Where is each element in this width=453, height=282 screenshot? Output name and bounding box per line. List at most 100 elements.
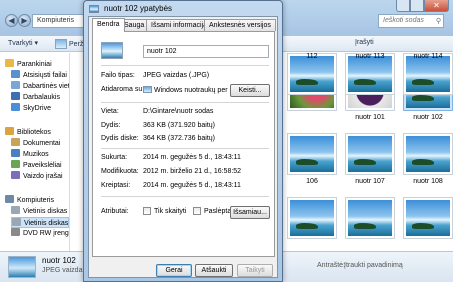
location-label: Vieta: — [101, 108, 119, 115]
sidebar-item-label: Vaizdo įrašai — [23, 173, 63, 180]
file-thumbnail[interactable] — [403, 133, 453, 175]
properties-dialog: nuotr 102 ypatybės Bendra Sauga Išsami i… — [83, 0, 283, 282]
sidebar-item-recent-places[interactable]: Dabartinės vietos — [11, 81, 69, 92]
file-thumbnail[interactable] — [287, 197, 337, 239]
sidebar-item-label: Atsisiųsti failai — [23, 72, 67, 79]
sea-photo — [406, 136, 450, 172]
sidebar-item-pictures[interactable]: Paveikslėliai — [11, 160, 69, 171]
island-shape — [296, 79, 318, 85]
file-type-value: JPEG vaizdas (.JPG) — [143, 72, 210, 79]
forward-arrow-icon[interactable]: ▶ — [18, 14, 31, 27]
local-disk-c-icon — [11, 206, 20, 214]
sidebar-item-local-disk-c[interactable]: Vietinis diskas — [11, 206, 69, 217]
sidebar-item-music[interactable]: Muzikos — [11, 149, 69, 160]
divider — [101, 148, 269, 149]
details-file-type: JPEG vaizdas — [42, 267, 86, 274]
back-arrow-icon[interactable]: ◀ — [5, 14, 18, 27]
sidebar-item-label: Dokumentai — [23, 140, 61, 147]
file-label: 112 — [306, 53, 318, 60]
sea-photo — [406, 200, 450, 236]
pictures-icon — [11, 160, 20, 168]
created-label: Sukurta: — [101, 154, 128, 161]
photo-viewer-icon — [143, 86, 152, 93]
attributes-label: Atributai: — [101, 208, 129, 215]
sidebar-item-libraries[interactable]: Bibliotekos — [5, 127, 69, 138]
details-file-name: nuotr 102 — [42, 256, 76, 265]
sea-photo — [406, 56, 450, 92]
local-disk-d-icon — [12, 218, 21, 226]
file-thumbnail[interactable] — [345, 197, 395, 239]
tab-previous-versions[interactable]: Ankstesnės versijos — [204, 19, 276, 31]
burn-label: Įrašyti — [355, 39, 374, 46]
details-title-label: Antraštė: — [317, 262, 346, 269]
favorites-icon — [5, 59, 14, 67]
search-icon: ⚲ — [435, 18, 441, 25]
sidebar-item-label: DVD RW įrenginys — [23, 230, 70, 237]
sidebar-item-videos[interactable]: Vaizdo įrašai — [11, 171, 69, 182]
sidebar-item-skydrive[interactable]: SkyDrive — [11, 103, 69, 114]
file-thumbnail[interactable] — [287, 133, 337, 175]
hidden-checkbox[interactable] — [193, 207, 201, 215]
address-text: Kompiuteris — [37, 17, 74, 24]
size-label: Dydis: — [101, 122, 121, 129]
divider — [101, 196, 269, 197]
burn-button[interactable]: Įrašyti — [355, 39, 374, 46]
island-shape — [412, 223, 434, 229]
read-only-label: Tik skaityti — [154, 208, 187, 215]
ok-button[interactable]: Gerai — [156, 264, 192, 277]
file-thumbnail-icon — [101, 42, 123, 59]
minimize-button[interactable] — [396, 0, 410, 12]
dialog-title: nuotr 102 ypatybės — [104, 4, 173, 13]
size-on-disk-value: 364 KB (372.736 baitų) — [143, 135, 215, 142]
sidebar-item-local-disk-d[interactable]: Vietinis diskas — [11, 217, 69, 228]
sea-photo — [348, 56, 392, 92]
sidebar-item-label: Muzikos — [23, 151, 49, 158]
tab-details[interactable]: Išsami informacija — [146, 19, 213, 31]
sidebar-item-label: Bibliotekos — [17, 129, 51, 136]
sea-photo — [290, 200, 334, 236]
image-file-icon — [89, 5, 99, 13]
preview-button[interactable]: Perži — [55, 39, 85, 49]
sidebar-item-desktop[interactable]: Darbalaukis — [11, 92, 69, 103]
videos-icon — [11, 171, 20, 179]
advanced-button[interactable]: Išsamiau... — [230, 206, 270, 219]
music-icon — [11, 149, 20, 157]
navigation-pane: Parankiniai Atsisiųsti failai Dabartinės v… — [0, 53, 70, 251]
sidebar-item-computer[interactable]: Kompiuteris — [5, 195, 69, 206]
preview-icon — [55, 39, 67, 49]
opens-with-text: Windows nuotraukų per — [154, 87, 228, 94]
details-title-field[interactable]: Įtraukti pavadinimą — [344, 262, 403, 269]
sidebar-item-dvd-drive[interactable]: DVD RW įrenginys — [11, 228, 69, 239]
sidebar-item-label: Vietinis diskas — [24, 220, 69, 227]
file-type-label: Failo tipas: — [101, 72, 135, 79]
sidebar-item-label: Parankiniai — [17, 61, 52, 68]
maximize-button[interactable] — [410, 0, 424, 12]
file-thumbnail[interactable] — [345, 133, 395, 175]
sidebar-item-label: SkyDrive — [23, 105, 52, 112]
file-label: nuotr 102 — [413, 114, 443, 121]
file-name-input[interactable] — [143, 45, 269, 58]
sea-photo — [290, 136, 334, 172]
file-label: nuotr 107 — [355, 178, 385, 185]
close-button[interactable]: ✕ — [424, 0, 449, 12]
sidebar-item-downloads[interactable]: Atsisiųsti failai — [11, 70, 69, 81]
organize-label: Tvarkyti — [8, 40, 33, 47]
tab-general[interactable]: Bendra — [92, 18, 125, 32]
organize-button[interactable]: Tvarkyti ▾ — [8, 39, 38, 47]
file-label: 106 — [306, 178, 318, 185]
documents-icon — [11, 138, 20, 146]
change-button[interactable]: Keisti... — [230, 84, 270, 97]
file-label: nuotr 101 — [355, 114, 385, 121]
sidebar-item-favorites[interactable]: Parankiniai — [5, 59, 69, 70]
file-thumbnail[interactable] — [403, 197, 453, 239]
sidebar-item-documents[interactable]: Dokumentai — [11, 138, 69, 149]
desktop-icon — [11, 92, 20, 100]
cancel-button[interactable]: Atšaukti — [195, 264, 233, 277]
sidebar-item-label: Paveikslėliai — [23, 162, 62, 169]
apply-button[interactable]: Taikyti — [237, 264, 273, 277]
sea-photo — [348, 200, 392, 236]
search-input[interactable]: Ieškoti sodas ⚲ — [378, 14, 444, 28]
read-only-checkbox[interactable] — [143, 207, 151, 215]
island-shape — [354, 79, 376, 85]
skydrive-icon — [11, 103, 20, 111]
